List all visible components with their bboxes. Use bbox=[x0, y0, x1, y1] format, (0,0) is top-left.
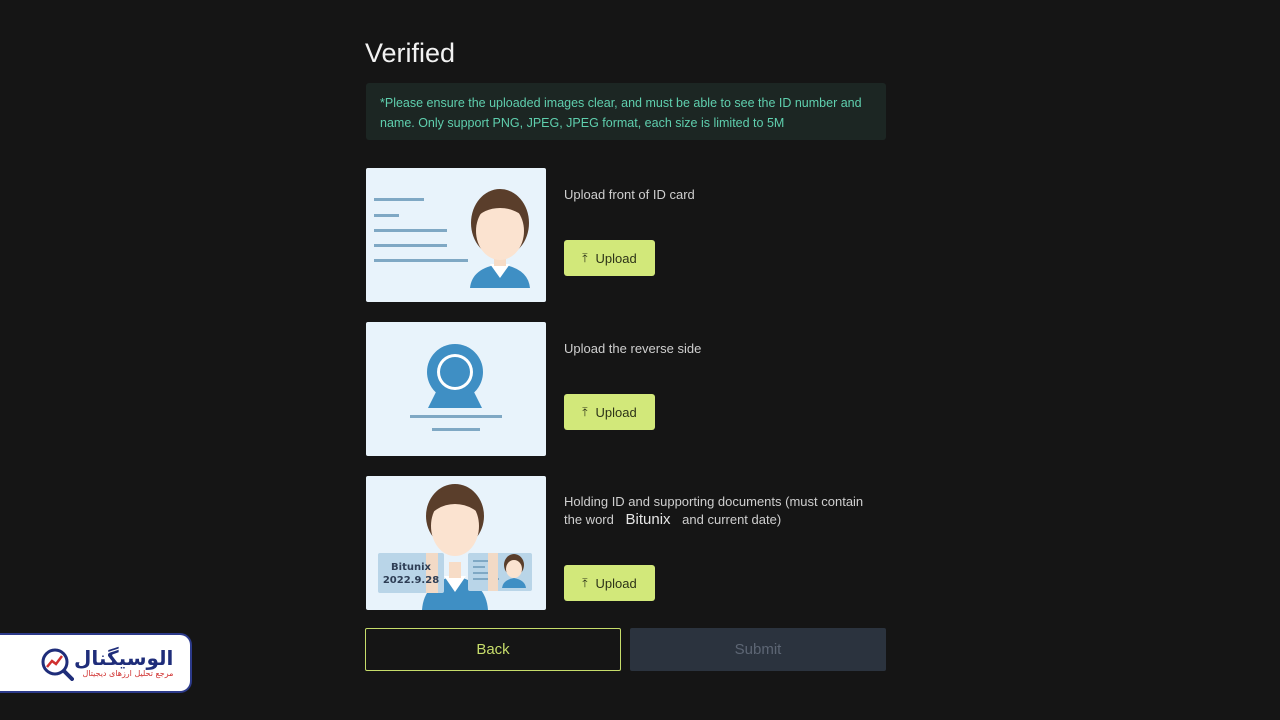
upload-reverse-button[interactable]: ⤒ Upload bbox=[564, 394, 655, 430]
brand-word: Bitunix bbox=[625, 511, 671, 528]
upload-row-holding: Bitunix 2022.9.28 Holding ID and support… bbox=[366, 476, 886, 610]
upload-row-reverse: Upload the reverse side ⤒ Upload bbox=[366, 322, 886, 456]
page-title: Verified bbox=[365, 38, 456, 68]
upload-notice: *Please ensure the uploaded images clear… bbox=[366, 83, 886, 140]
watermark-subtitle: مرجع تحلیل ارزهای دیجیتال bbox=[82, 669, 174, 678]
upload-holding-label: Holding ID and supporting documents (mus… bbox=[564, 493, 884, 529]
upload-reverse-label: Upload the reverse side bbox=[564, 341, 702, 356]
watermark-logo: الوسيگنال مرجع تحلیل ارزهای دیجیتال bbox=[0, 633, 192, 693]
back-button[interactable]: Back bbox=[365, 628, 621, 671]
id-reverse-illustration bbox=[366, 322, 546, 456]
upload-icon: ⤒ bbox=[582, 251, 588, 265]
holding-id-illustration: Bitunix 2022.9.28 bbox=[366, 476, 546, 610]
notice-text: *Please ensure the uploaded images clear… bbox=[380, 96, 862, 130]
sample-brand-text: Bitunix bbox=[391, 562, 431, 573]
watermark-text: الوسيگنال مرجع تحلیل ارزهای دیجیتال bbox=[74, 647, 173, 679]
upload-front-label: Upload front of ID card bbox=[564, 187, 695, 202]
upload-icon: ⤒ bbox=[582, 576, 588, 590]
upload-holding-button[interactable]: ⤒ Upload bbox=[564, 565, 655, 601]
upload-button-label: Upload bbox=[595, 575, 637, 591]
submit-button[interactable]: Submit bbox=[630, 628, 886, 671]
upload-front-button[interactable]: ⤒ Upload bbox=[564, 240, 655, 276]
upload-icon: ⤒ bbox=[582, 405, 588, 419]
upload-button-label: Upload bbox=[595, 250, 637, 266]
chart-magnifier-icon bbox=[40, 647, 74, 686]
holding-label-suffix: and current date) bbox=[682, 512, 782, 527]
sample-date-text: 2022.9.28 bbox=[383, 575, 439, 586]
watermark-title: الوسيگنال bbox=[74, 646, 174, 670]
upload-row-front: Upload front of ID card ⤒ Upload bbox=[366, 168, 886, 302]
upload-button-label: Upload bbox=[595, 404, 637, 420]
id-front-illustration bbox=[366, 168, 546, 302]
